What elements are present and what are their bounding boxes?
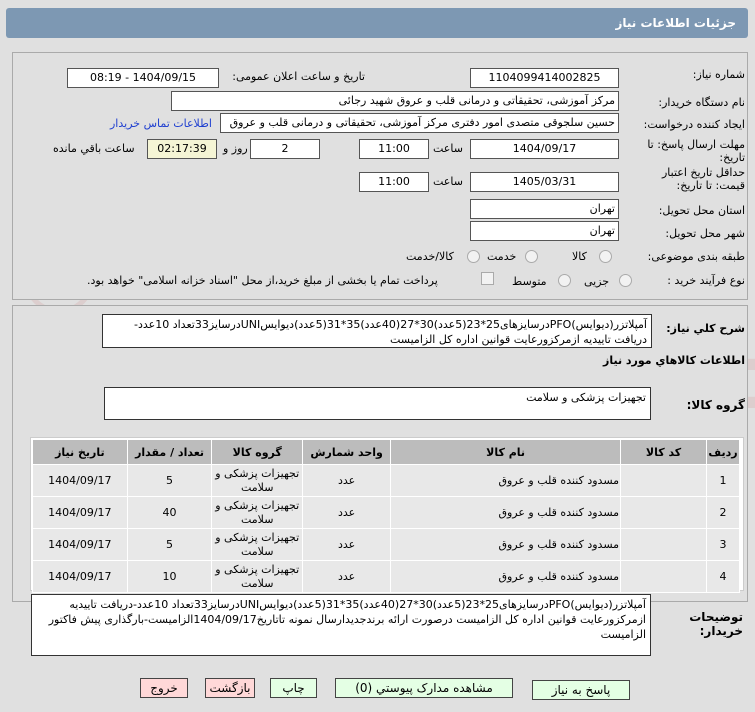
table-row: 4 مسدود کننده قلب و عروق عدد تجهیزات پزشکی … bbox=[32, 560, 740, 593]
announce-label: تاریخ و ساعت اعلان عمومی: bbox=[232, 70, 365, 83]
process-radio-minor[interactable] bbox=[619, 274, 632, 287]
back-button[interactable]: بازگشت bbox=[205, 678, 255, 698]
category-radio-service[interactable] bbox=[525, 250, 538, 263]
table-cell: 1404/09/17 bbox=[32, 560, 128, 593]
buyer-label: نام دستگاه خریدار: bbox=[658, 96, 745, 109]
deadline-time-label: ساعت bbox=[433, 142, 463, 155]
table-cell: عدد bbox=[302, 496, 392, 529]
column-header: گروه کالا bbox=[211, 439, 304, 465]
need-number-field: 1104099414002825 bbox=[470, 68, 619, 88]
summary-textarea[interactable]: آمپلاتزر(دیوایس)PFOدرسایزهای25*23(5عدد)3… bbox=[102, 314, 652, 348]
column-header: نام کالا bbox=[390, 439, 622, 465]
table-cell: تجهیزات پزشکی و سلامت bbox=[211, 560, 304, 593]
process-option-medium: متوسط bbox=[512, 275, 547, 288]
table-cell: مسدود کننده قلب و عروق bbox=[390, 528, 622, 561]
province-label: استان محل تحویل: bbox=[658, 204, 745, 217]
table-cell: 5 bbox=[126, 528, 213, 561]
city-field: تهران bbox=[470, 221, 619, 241]
table-cell: 3 bbox=[706, 528, 740, 561]
table-row: 3 مسدود کننده قلب و عروق عدد تجهیزات پزشکی … bbox=[32, 528, 740, 561]
table-cell: تجهیزات پزشکی و سلامت bbox=[211, 528, 304, 561]
treasury-payment-note: پرداخت تمام یا بخشی از مبلغ خرید،از محل … bbox=[87, 274, 438, 287]
goods-table-wrap: ردیف کد کالا نام کالا واحد شمارش گروه کالا تع… bbox=[30, 437, 744, 593]
days-label: روز و bbox=[223, 142, 248, 155]
table-row: 1 مسدود کننده قلب و عروق عدد تجهیزات پزشکی … bbox=[32, 464, 740, 497]
creator-field: حسین سلجوقی متصدی امور دفتری مرکز آموزشی… bbox=[220, 113, 619, 133]
table-cell: عدد bbox=[302, 560, 392, 593]
announce-field: 1404/09/15 - 08:19 bbox=[67, 68, 219, 88]
print-button[interactable]: چاپ bbox=[270, 678, 317, 698]
goods-table: ردیف کد کالا نام کالا واحد شمارش گروه کالا تع… bbox=[32, 439, 740, 593]
table-cell: تجهیزات پزشکی و سلامت bbox=[211, 496, 304, 529]
column-header: واحد شمارش bbox=[302, 439, 392, 465]
table-cell: 5 bbox=[126, 464, 213, 497]
table-cell: مسدود کننده قلب و عروق bbox=[390, 496, 622, 529]
category-option-goods: کالا bbox=[572, 250, 587, 263]
table-header-row: ردیف کد کالا نام کالا واحد شمارش گروه کالا تع… bbox=[32, 439, 740, 465]
process-option-minor: جزیی bbox=[584, 275, 610, 288]
table-cell: 2 bbox=[706, 496, 740, 529]
category-option-both: کالا/خدمت bbox=[406, 250, 454, 263]
category-radio-goods[interactable] bbox=[599, 250, 612, 263]
process-label: نوع فرآیند خرید : bbox=[667, 274, 745, 287]
table-cell: تجهیزات پزشکی و سلامت bbox=[211, 464, 304, 497]
goods-group-label: گروه کالا: bbox=[686, 398, 745, 412]
process-radio-medium[interactable] bbox=[558, 274, 571, 287]
summary-label: شرح کلي نياز: bbox=[666, 322, 745, 335]
category-label: طبقه بندی موضوعی: bbox=[647, 250, 745, 263]
table-cell: 1404/09/17 bbox=[32, 528, 128, 561]
table-cell bbox=[620, 464, 708, 497]
validity-time-field: 11:00 bbox=[359, 172, 429, 192]
category-radio-both[interactable] bbox=[467, 250, 480, 263]
table-cell: 1404/09/17 bbox=[32, 464, 128, 497]
table-cell: مسدود کننده قلب و عروق bbox=[390, 464, 622, 497]
province-field: تهران bbox=[470, 199, 619, 219]
page-title: جزئیات اطلاعات نیاز bbox=[615, 16, 736, 30]
treasury-payment-checkbox[interactable] bbox=[481, 272, 494, 285]
need-number-label: شماره نیاز: bbox=[692, 68, 745, 81]
page-header: جزئیات اطلاعات نیاز bbox=[6, 8, 748, 38]
remaining-time-field: 02:17:39 bbox=[147, 139, 217, 159]
buyer-field: مرکز آموزشی، تحقیقاتی و درمانی قلب و عرو… bbox=[171, 91, 619, 111]
table-cell: 4 bbox=[706, 560, 740, 593]
deadline-time-field: 11:00 bbox=[359, 139, 429, 159]
table-cell bbox=[620, 528, 708, 561]
goods-group-textarea[interactable]: تجهیزات پزشکی و سلامت bbox=[104, 387, 651, 420]
table-cell: مسدود کننده قلب و عروق bbox=[390, 560, 622, 593]
table-cell: 10 bbox=[126, 560, 213, 593]
table-cell: 40 bbox=[126, 496, 213, 529]
contact-buyer-link[interactable]: اطلاعات تماس خریدار bbox=[110, 117, 212, 130]
reply-button[interactable]: پاسخ به نیاز bbox=[532, 680, 630, 700]
validity-label: حداقل تاریخ اعتبار قیمت: تا تاریخ: bbox=[661, 166, 745, 192]
table-cell: عدد bbox=[302, 528, 392, 561]
table-cell: 1404/09/17 bbox=[32, 496, 128, 529]
column-header: تعداد / مقدار bbox=[126, 439, 213, 465]
table-cell: 1 bbox=[706, 464, 740, 497]
table-cell bbox=[620, 560, 708, 593]
buyer-notes-textarea[interactable]: آمپلاتزر(دیوایس)PFOدرسایزهای25*23(5عدد)3… bbox=[31, 594, 651, 656]
buyer-notes-label: توضیحات خریدار: bbox=[689, 610, 743, 638]
creator-label: ایجاد کننده درخواست: bbox=[643, 118, 745, 131]
table-row: 2 مسدود کننده قلب و عروق عدد تجهیزات پزشکی … bbox=[32, 496, 740, 529]
deadline-label: مهلت ارسال پاسخ: تا تاریخ: bbox=[647, 138, 745, 164]
validity-time-label: ساعت bbox=[433, 175, 463, 188]
column-header: تاریخ نیاز bbox=[32, 439, 128, 465]
attachments-button[interactable]: مشاهده مدارک پیوستي (0) bbox=[335, 678, 513, 698]
category-option-service: خدمت bbox=[487, 250, 517, 263]
remaining-label: ساعت باقي مانده bbox=[53, 142, 135, 155]
column-header: کد کالا bbox=[620, 439, 708, 465]
table-cell: عدد bbox=[302, 464, 392, 497]
days-field: 2 bbox=[250, 139, 320, 159]
exit-button[interactable]: خروج bbox=[140, 678, 188, 698]
validity-date-field: 1405/03/31 bbox=[470, 172, 619, 192]
deadline-date-field: 1404/09/17 bbox=[470, 139, 619, 159]
column-header: ردیف bbox=[706, 439, 740, 465]
goods-section-title: اطلاعات کالاهاي مورد نياز bbox=[603, 354, 745, 367]
table-cell bbox=[620, 496, 708, 529]
page: جزئیات اطلاعات نیاز ◎ AriaTender.net شما… bbox=[0, 0, 755, 712]
city-label: شهر محل تحویل: bbox=[665, 227, 745, 240]
